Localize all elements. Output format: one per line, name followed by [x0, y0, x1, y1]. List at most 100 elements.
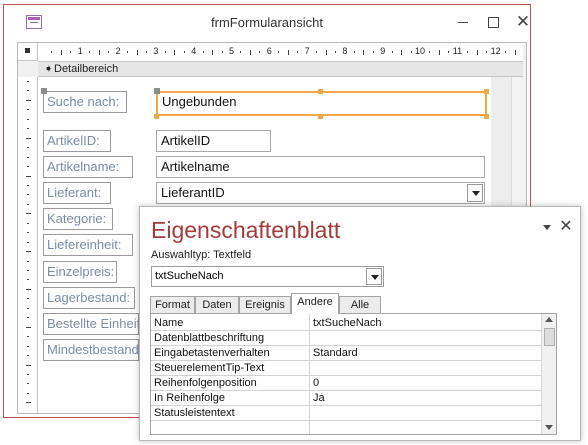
minimize-button[interactable] — [453, 12, 473, 32]
ruler-tick — [25, 288, 31, 290]
ruler-tick — [70, 51, 72, 53]
tab-format[interactable]: Format — [150, 296, 195, 313]
vertical-ruler[interactable] — [18, 77, 38, 413]
property-value[interactable]: 0 — [313, 376, 319, 390]
horizontal-ruler[interactable]: 1 2 3 4 5 6 7 8 9 10 11 12 — [38, 43, 523, 62]
property-row[interactable]: Eingabetastenverhalten Standard — [151, 346, 543, 361]
label-lieferant[interactable]: Lieferant: — [43, 182, 111, 204]
scroll-up-icon[interactable] — [545, 317, 553, 322]
txt-artikelid[interactable]: ArtikelID — [156, 130, 271, 152]
cbo-lieferant[interactable]: LieferantID — [156, 182, 485, 204]
ruler-tick — [27, 241, 29, 243]
tab-daten[interactable]: Daten — [195, 296, 239, 313]
property-name: Statusleistentext — [154, 407, 235, 419]
ruler-tick — [401, 49, 403, 55]
label-suche-nach[interactable]: Suche nach: — [43, 91, 127, 113]
resize-handle[interactable] — [154, 114, 159, 119]
property-sheet: Eigenschaftenblatt ✕ Auswahltyp: Textfel… — [139, 206, 581, 441]
ruler-tick — [334, 51, 336, 53]
ruler-tick — [174, 49, 176, 55]
cbo-lieferant-value: LieferantID — [161, 185, 225, 200]
ruler-tick — [27, 260, 29, 262]
label-liefereinheit[interactable]: Liefereinheit: — [43, 234, 133, 256]
property-value[interactable]: Standard — [313, 346, 358, 360]
ruler-tick — [27, 336, 29, 338]
ruler-tick — [438, 49, 440, 55]
label-artikelname[interactable]: Artikelname: — [43, 156, 133, 178]
label-kategorie[interactable]: Kategorie: — [43, 208, 113, 230]
property-name: Reihenfolgenposition — [154, 377, 257, 389]
ruler-number: 4 — [191, 46, 197, 56]
label-artikelid[interactable]: ArtikelID: — [43, 130, 111, 152]
property-row[interactable]: Datenblattbeschriftung — [151, 331, 543, 346]
move-handle[interactable] — [154, 88, 160, 94]
tab-alle[interactable]: Alle — [339, 296, 381, 313]
object-select-value: txtSucheNach — [155, 270, 224, 282]
property-name: In Reihenfolge — [154, 392, 225, 404]
ruler-tick — [27, 109, 29, 111]
ruler-tick — [183, 51, 185, 53]
property-row[interactable]: Name txtSucheNach — [151, 316, 543, 331]
txt-suche-nach[interactable]: Ungebunden — [156, 91, 487, 116]
ruler-tick — [27, 345, 29, 347]
maximize-button[interactable] — [483, 12, 503, 32]
property-row[interactable] — [151, 421, 543, 434]
ruler-tick — [27, 307, 29, 309]
close-button[interactable]: ✕ — [558, 216, 574, 235]
ruler-tick — [127, 51, 129, 53]
resize-handle[interactable] — [484, 114, 489, 119]
property-value[interactable]: txtSucheNach — [313, 316, 381, 330]
dropdown-arrow-icon[interactable] — [366, 268, 382, 285]
object-select[interactable]: txtSucheNach — [151, 266, 384, 287]
dropdown-arrow-icon[interactable] — [467, 184, 483, 202]
move-handle[interactable] — [41, 88, 47, 94]
label-bestellte-einheiten[interactable]: Bestellte Einheiten: — [43, 313, 139, 335]
property-row[interactable]: Statusleistentext — [151, 406, 543, 421]
ruler-tick — [27, 184, 29, 186]
ruler-number: 8 — [342, 46, 348, 56]
ruler-tick — [27, 279, 29, 281]
label-lagerbestand[interactable]: Lagerbestand: — [43, 287, 135, 309]
tab-andere[interactable]: Andere — [291, 293, 339, 314]
ruler-tick — [212, 49, 214, 55]
property-row[interactable]: Reihenfolgenposition 0 — [151, 376, 543, 391]
ruler-number: 3 — [153, 46, 159, 56]
txt-artikelname[interactable]: Artikelname — [156, 156, 485, 178]
ruler-tick — [27, 355, 29, 357]
label-mindestbestand[interactable]: Mindestbestand: — [43, 339, 139, 361]
ruler-tick — [476, 49, 478, 55]
ruler-tick — [27, 383, 29, 385]
ruler-tick — [27, 128, 29, 130]
tab-ereignis[interactable]: Ereignis — [239, 296, 291, 313]
chevron-down-icon[interactable] — [541, 221, 553, 233]
ruler-tick — [25, 402, 31, 404]
close-button[interactable]: ✕ — [513, 12, 533, 32]
scroll-thumb[interactable] — [544, 328, 555, 346]
property-sheet-title: Eigenschaftenblatt — [151, 217, 341, 243]
property-row[interactable]: SteuerelementTip-Text — [151, 361, 543, 376]
ruler-tick — [27, 166, 29, 168]
ruler-tick — [27, 270, 29, 271]
section-header-detail[interactable]: ➧Detailbereich — [38, 62, 523, 77]
property-grid: Name txtSucheNach Datenblattbeschriftung… — [150, 313, 557, 435]
title-bar[interactable]: frmFormularansicht ✕ — [4, 5, 530, 37]
resize-handle[interactable] — [318, 114, 323, 119]
ruler-tick — [25, 213, 31, 215]
ruler-tick — [164, 51, 166, 53]
resize-handle[interactable] — [484, 89, 489, 94]
ruler-tick — [410, 51, 412, 53]
ruler-tick — [145, 51, 147, 53]
form-selector[interactable] — [18, 43, 38, 61]
ruler-tick — [108, 51, 110, 53]
property-row[interactable]: In Reihenfolge Ja — [151, 391, 543, 406]
ruler-tick — [25, 251, 31, 253]
ruler-tick — [259, 51, 261, 53]
property-value[interactable]: Ja — [313, 391, 325, 405]
ruler-number: 11 — [452, 46, 463, 56]
vertical-scrollbar[interactable] — [541, 314, 556, 434]
ruler-tick — [467, 51, 469, 53]
ruler-number: 6 — [266, 46, 272, 56]
resize-handle[interactable] — [318, 89, 323, 94]
scroll-down-icon[interactable] — [545, 425, 553, 430]
label-einzelpreis[interactable]: Einzelpreis: — [43, 261, 117, 283]
